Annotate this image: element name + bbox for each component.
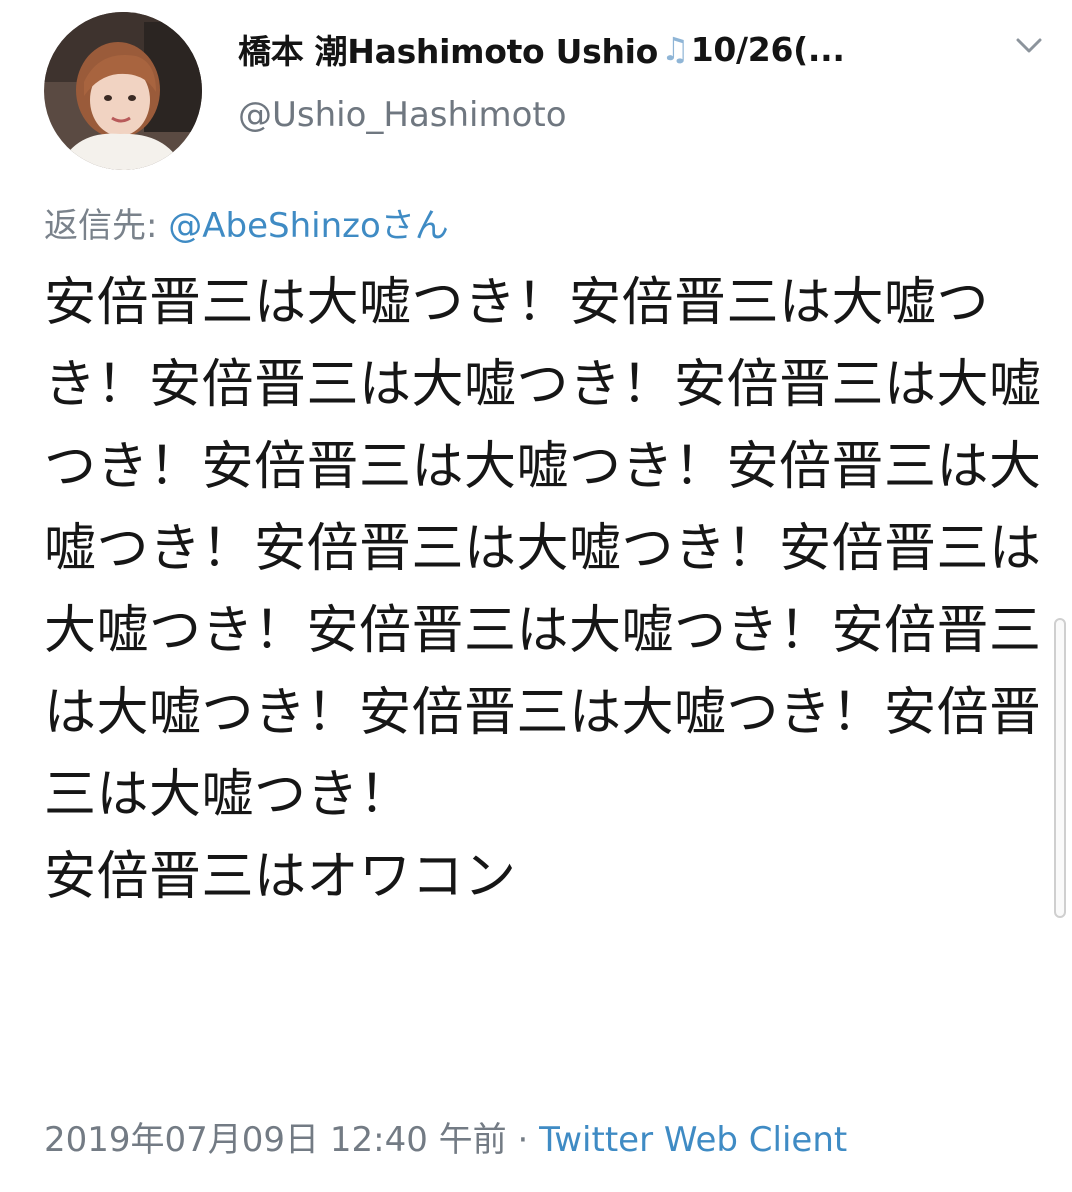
scrollbar[interactable] [1054, 618, 1066, 918]
tweet-timestamp[interactable]: 2019年07月09日 12:40 午前 [44, 1120, 507, 1160]
reply-prefix: 返信先: [44, 206, 169, 246]
music-notes-icon: ♫ [661, 30, 690, 68]
reply-mention-link[interactable]: @AbeShinzoさん [168, 206, 449, 246]
tweet-text: 安倍晋三は大嘘つき！安倍晋三は大嘘つき！安倍晋三は大嘘つき！安倍晋三は大嘘つき！… [44, 273, 1042, 907]
display-name-suffix[interactable]: 10/26(... [691, 30, 845, 69]
tweet-card: 橋本 潮Hashimoto Ushio ♫ 10/26(... @Ushio_H… [0, 0, 1072, 1192]
display-name[interactable]: 橋本 潮Hashimoto Ushio [238, 25, 658, 73]
chevron-down-icon[interactable] [1012, 30, 1046, 60]
client-link[interactable]: Twitter Web Client [539, 1120, 847, 1160]
avatar[interactable] [44, 12, 202, 170]
profile-photo-icon [44, 12, 202, 170]
author-name-row[interactable]: 橋本 潮Hashimoto Ushio ♫ 10/26(... [238, 14, 845, 84]
meta-separator: · [506, 1120, 540, 1160]
reply-to-line: 返信先: @AbeShinzoさん [44, 198, 449, 247]
user-handle[interactable]: @Ushio_Hashimoto [238, 95, 567, 135]
tweet-meta: 2019年07月09日 12:40 午前 · Twitter Web Clien… [44, 1112, 847, 1161]
